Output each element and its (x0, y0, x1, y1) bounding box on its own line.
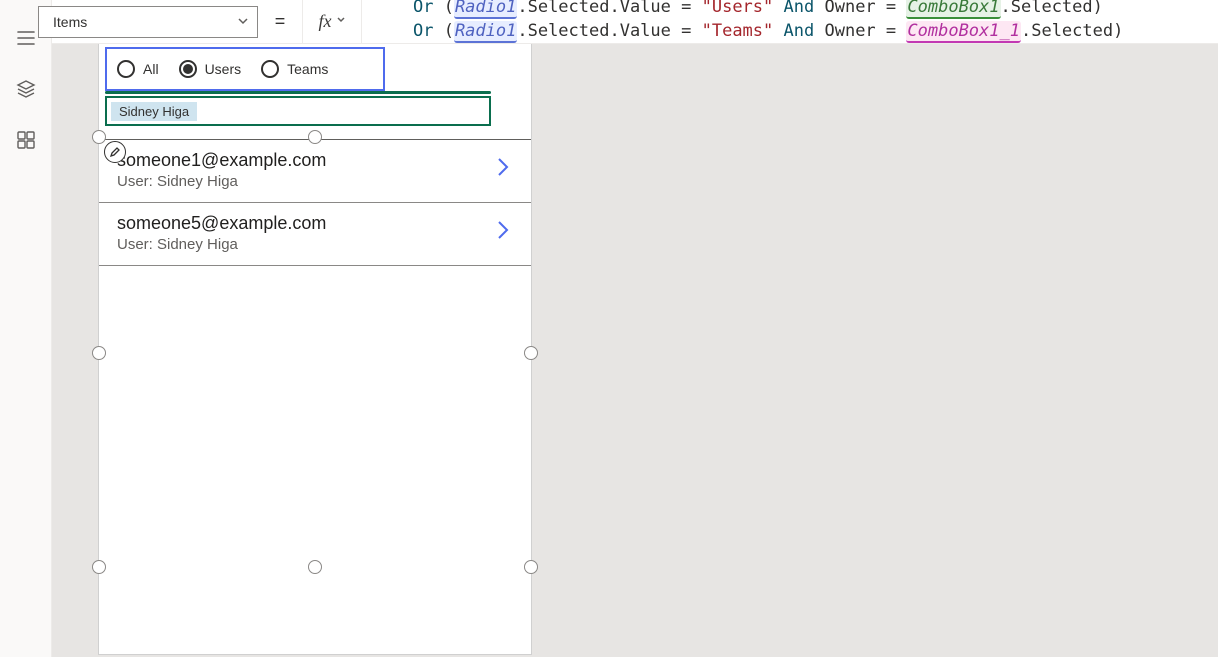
combobox-selected-chip: Sidney Higa (111, 102, 197, 121)
hamburger-icon[interactable] (16, 28, 36, 51)
tree-view-icon[interactable] (16, 79, 36, 102)
row-subtitle: User: Sidney Higa (117, 173, 326, 190)
fx-button[interactable]: fx (302, 0, 362, 44)
fx-icon: fx (319, 11, 332, 32)
left-nav-rail (0, 0, 52, 657)
gallery-row[interactable]: someone5@example.com User: Sidney Higa (99, 203, 531, 266)
design-canvas[interactable]: All Users Teams Sidney Higa (52, 44, 1218, 657)
property-selector-label: Items (53, 14, 87, 30)
chevron-down-icon (237, 14, 249, 30)
gallery-control[interactable]: someone1@example.com User: Sidney Higa s… (99, 139, 531, 266)
chevron-right-icon[interactable] (493, 216, 513, 250)
row-title: someone1@example.com (117, 150, 326, 171)
radio-option-teams[interactable]: Teams (261, 60, 328, 78)
resize-handle[interactable] (524, 346, 538, 360)
components-icon[interactable] (16, 130, 36, 153)
chevron-down-icon (336, 15, 346, 28)
chevron-right-icon[interactable] (493, 153, 513, 187)
resize-handle[interactable] (308, 130, 322, 144)
property-selector[interactable]: Items (38, 6, 258, 38)
row-title: someone5@example.com (117, 213, 326, 234)
pencil-icon[interactable] (104, 141, 126, 163)
radio-label: Teams (287, 61, 328, 77)
resize-handle[interactable] (92, 130, 106, 144)
resize-handle[interactable] (308, 560, 322, 574)
resize-handle[interactable] (92, 346, 106, 360)
radio-option-all[interactable]: All (117, 60, 159, 78)
gallery-row[interactable]: someone1@example.com User: Sidney Higa (99, 140, 531, 203)
radio-group[interactable]: All Users Teams (105, 47, 385, 91)
token-combobox1: ComboBox1 (906, 0, 1000, 19)
radio-label: All (143, 61, 159, 77)
row-subtitle: User: Sidney Higa (117, 236, 326, 253)
token-radio1: Radio1 (454, 0, 517, 19)
equals-label: = (258, 11, 302, 32)
radio-label: Users (205, 61, 242, 77)
token-radio1: Radio1 (454, 21, 517, 43)
token-combobox1-1: ComboBox1_1 (906, 21, 1021, 43)
resize-handle[interactable] (524, 560, 538, 574)
resize-handle[interactable] (92, 560, 106, 574)
radio-option-users[interactable]: Users (179, 60, 242, 78)
combobox-owner[interactable]: Sidney Higa (105, 96, 491, 126)
property-bar: Items = fx Filter( Accounts, Radio1.Sele… (52, 0, 1218, 44)
